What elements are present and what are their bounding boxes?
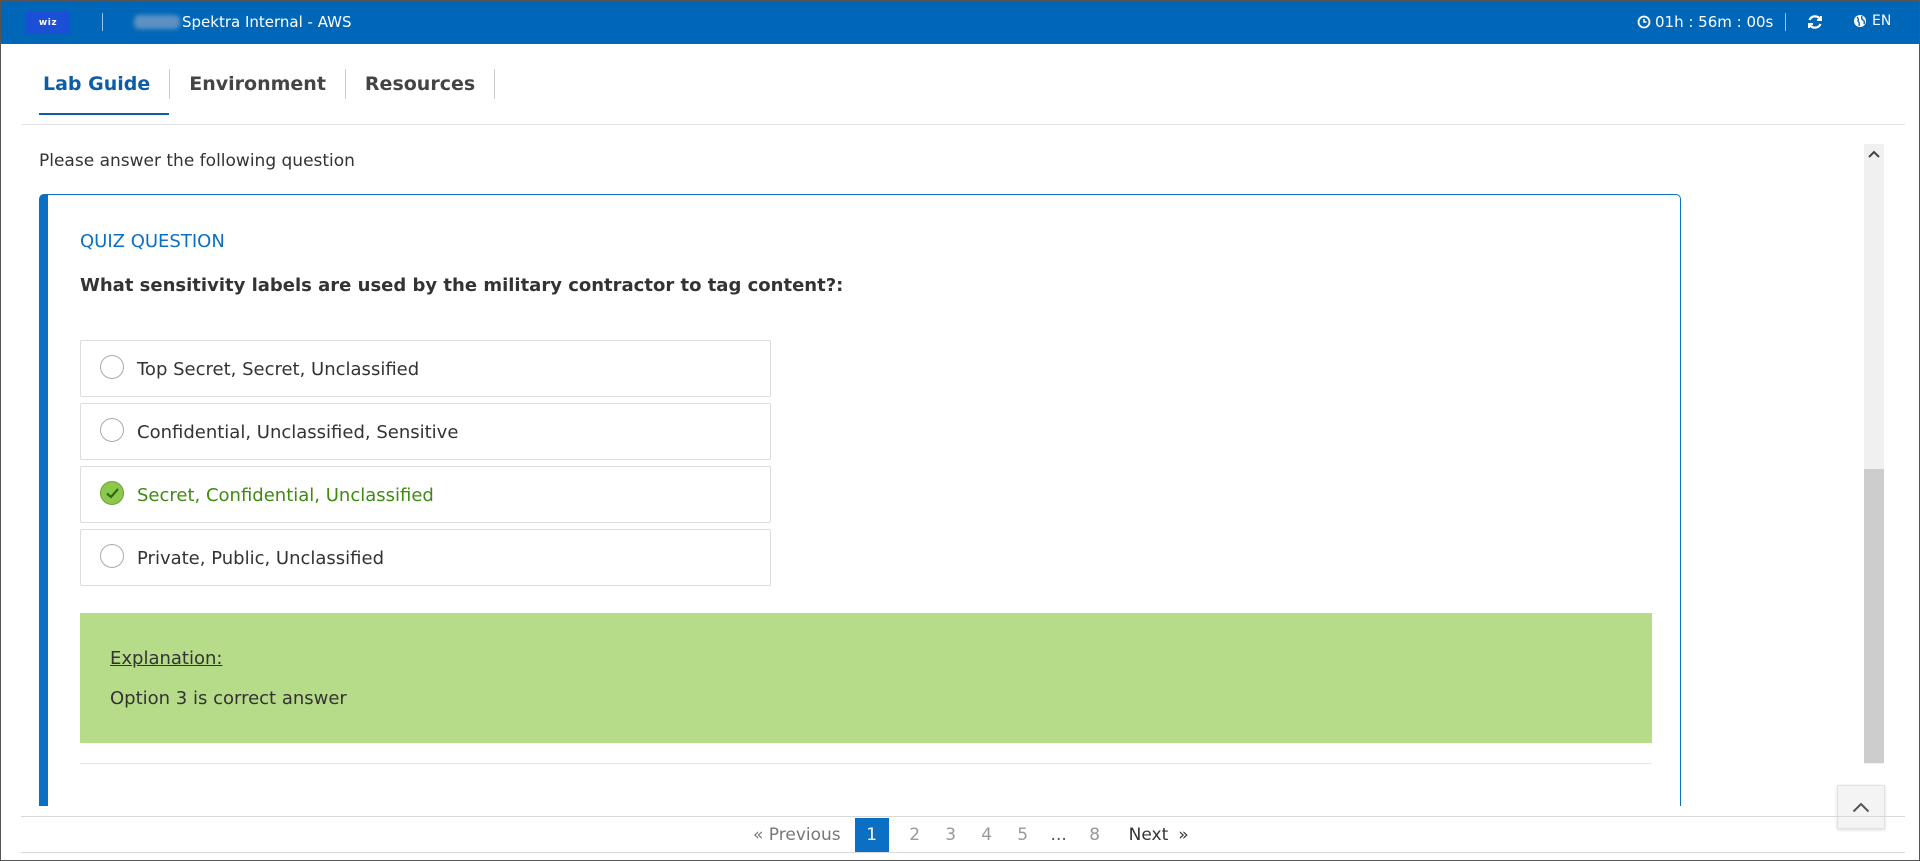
next-page-link[interactable]: Next » [1113,818,1199,852]
divider [102,13,103,31]
option-label: Secret, Confidential, Unclassified [137,485,434,506]
divider [21,816,1905,817]
next-arrow: » [1178,825,1189,845]
page-current[interactable]: 1 [854,818,889,852]
redacted-org-name [134,15,180,29]
divider [21,852,1905,853]
divider [1785,13,1786,31]
scrollbar-thumb[interactable] [1864,469,1884,763]
back-to-top-button[interactable] [1837,785,1885,829]
page-link[interactable]: 5 [1005,818,1041,852]
tab-lab-guide[interactable]: Lab Guide [39,65,170,115]
quiz-option-2[interactable]: Confidential, Unclassified, Sensitive [80,403,771,460]
divider [80,763,1652,764]
app-window: wiz Spektra Internal - AWS 01h : 56m : 0… [0,0,1920,861]
explanation-box: Explanation: Option 3 is correct answer [80,613,1652,743]
tab-resources[interactable]: Resources [346,65,494,115]
app-title: Spektra Internal - AWS [182,13,352,31]
option-label: Private, Public, Unclassified [137,548,385,569]
tab-bar: Lab Guide Environment Resources [39,65,496,115]
wiz-logo: wiz [26,11,70,34]
page-link[interactable]: 4 [969,818,1005,852]
page-ellipsis: ... [1050,825,1067,845]
page-link[interactable]: 3 [933,818,969,852]
timer-text: 01h : 56m : 00s [1655,13,1774,31]
radio-button[interactable] [100,544,124,568]
top-bar: wiz Spektra Internal - AWS 01h : 56m : 0… [1,1,1919,44]
option-label: Confidential, Unclassified, Sensitive [137,422,459,443]
tab-separator [494,69,496,99]
explanation-title: Explanation: [110,648,223,669]
chevron-up-icon [1852,802,1870,812]
refresh-icon[interactable] [1806,13,1824,31]
page-link[interactable]: 2 [897,818,933,852]
clock-icon [1637,15,1651,29]
scroll-up-arrow[interactable] [1864,144,1884,164]
intro-text: Please answer the following question [39,151,355,171]
radio-button[interactable] [100,355,124,379]
pagination: « Previous 1 2 3 4 5 ... 8 Next » [741,818,1199,852]
language-label: EN [1872,13,1892,29]
quiz-option-3[interactable]: Secret, Confidential, Unclassified [80,466,771,523]
page-link[interactable]: 8 [1077,818,1113,852]
previous-page-link[interactable]: « Previous [741,818,855,852]
tabs-underline [21,124,1905,125]
explanation-text: Option 3 is correct answer [110,688,347,709]
quiz-question: What sensitivity labels are used by the … [80,275,844,296]
lab-timer: 01h : 56m : 00s [1637,13,1773,31]
quiz-option-4[interactable]: Private, Public, Unclassified [80,529,771,586]
quiz-card: QUIZ QUESTION What sensitivity labels ar… [39,194,1681,806]
next-label: Next [1128,825,1169,845]
option-label: Top Secret, Secret, Unclassified [137,359,420,380]
check-icon [106,488,119,499]
quiz-option-1[interactable]: Top Secret, Secret, Unclassified [80,340,771,397]
quiz-label: QUIZ QUESTION [80,231,225,252]
language-selector[interactable]: EN [1853,13,1891,29]
radio-button[interactable] [100,418,124,442]
radio-button-checked[interactable] [100,481,124,505]
chevron-up-icon [1868,150,1880,158]
tab-environment[interactable]: Environment [170,65,345,115]
globe-icon [1854,15,1866,27]
